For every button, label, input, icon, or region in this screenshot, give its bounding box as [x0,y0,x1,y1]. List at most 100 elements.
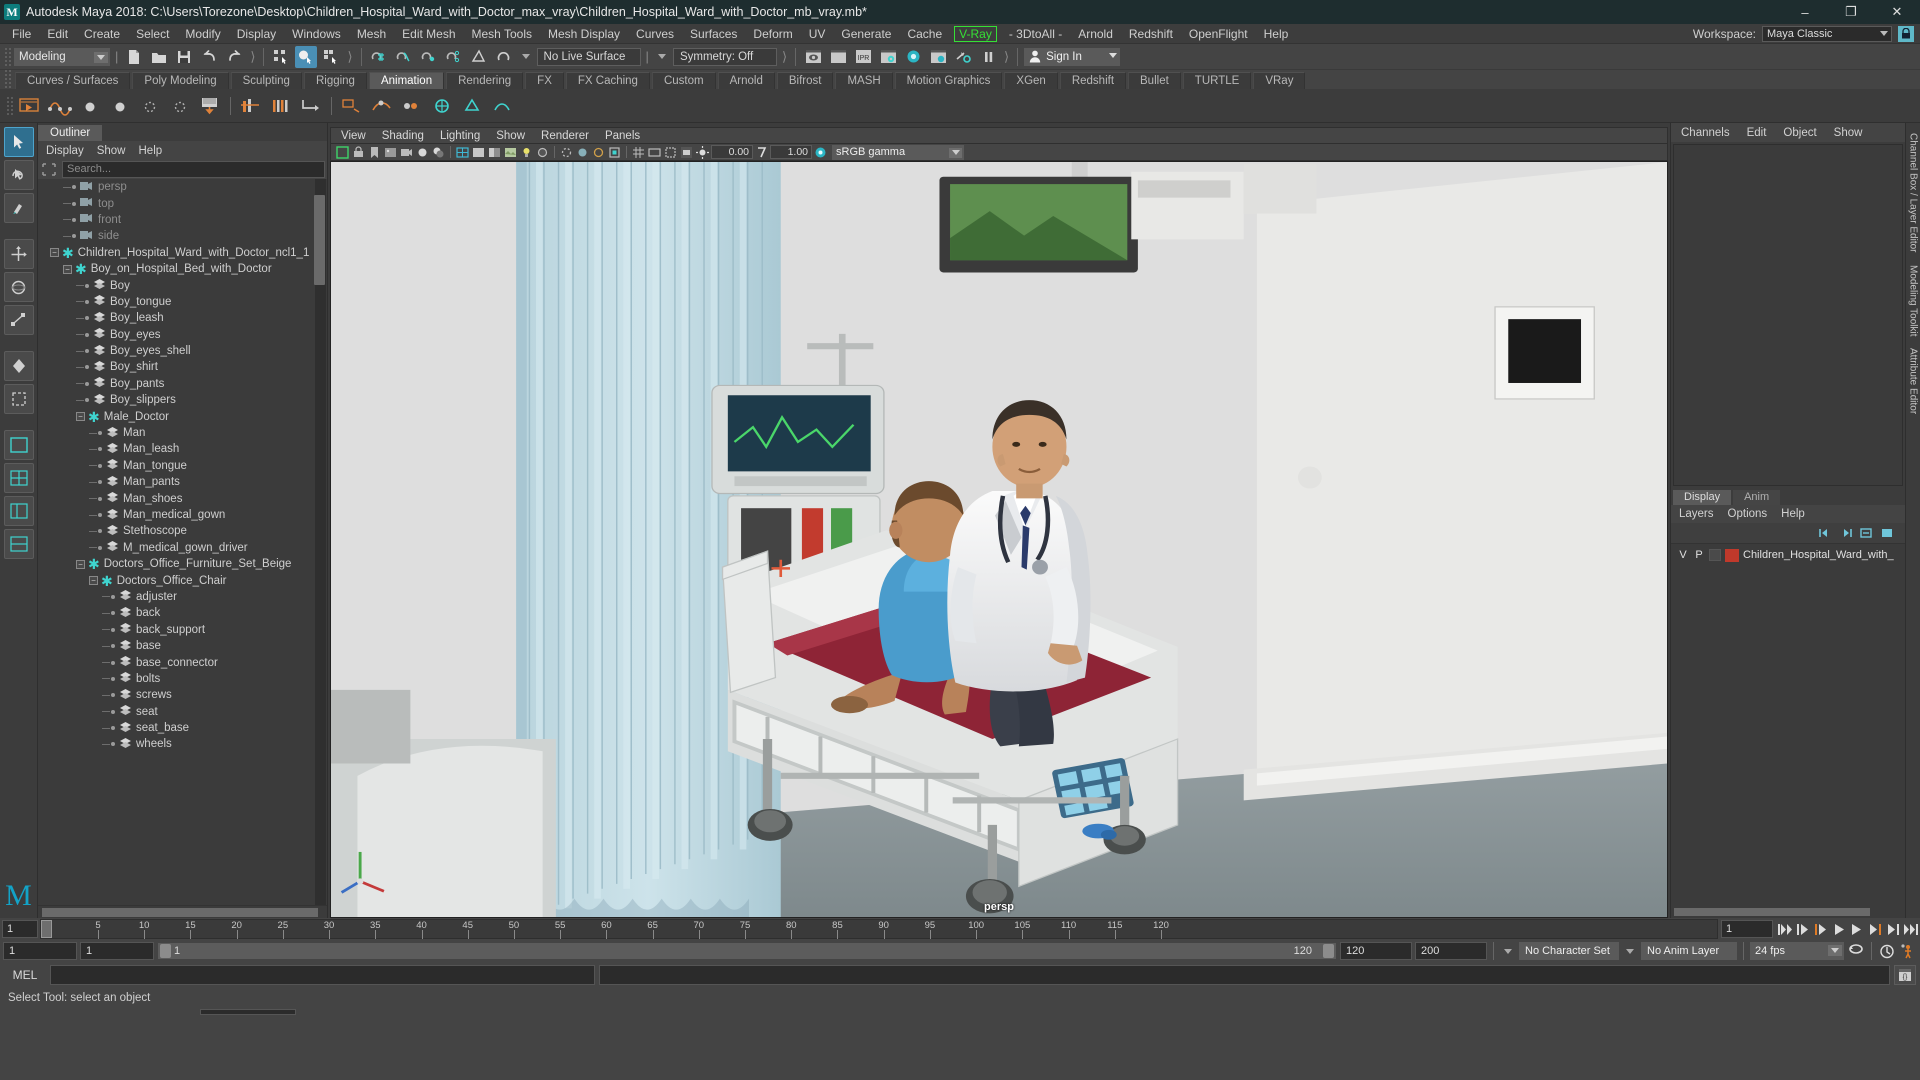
loop-icon[interactable] [1847,942,1865,960]
time-slider-track[interactable]: 5 10 15 20 25 30 35 40 45 50 55 60 65 70 75 80 85 90 95 100… [40,919,1718,939]
viewport-menu-panels[interactable]: Panels [605,130,640,142]
set-key-scale-icon[interactable] [137,93,163,119]
menu-item-modify[interactable]: Modify [177,25,228,43]
symmetry-field[interactable]: Symmetry: Off [672,47,777,66]
outliner-item[interactable]: persp [38,179,315,195]
motion-trail-icon[interactable] [369,93,395,119]
toolbar-drag-handle[interactable] [4,46,11,67]
persp-graph-layout-button[interactable] [3,529,34,559]
range-end-handle[interactable] [1323,944,1334,958]
outliner-item[interactable]: top [38,195,315,211]
play-backwards-icon[interactable] [1830,920,1848,938]
select-hierarchy-icon[interactable] [270,46,292,68]
set-key-rotate-icon[interactable] [107,93,133,119]
hypershade-icon[interactable] [902,46,924,68]
menu-item-help[interactable]: Help [1256,25,1297,43]
ik-handle-icon[interactable] [238,93,264,119]
outliner-item[interactable]: base [38,638,315,654]
outliner-item[interactable]: Boy [38,277,315,293]
save-scene-icon[interactable] [173,46,195,68]
animate-snapshot-icon[interactable] [399,93,425,119]
menu-item-select[interactable]: Select [128,25,177,43]
tab-channel-box-layer-editor[interactable]: Channel Box / Layer Editor [1908,127,1919,259]
outliner-scroll-thumb[interactable] [314,195,325,285]
set-key-icon[interactable] [47,93,73,119]
ghost-icon[interactable] [197,93,223,119]
gate-mask-icon[interactable] [679,145,694,160]
command-input-field[interactable] [50,965,595,985]
workspace-selector[interactable]: Maya Classic [1762,25,1892,42]
menu-item-3dtoall[interactable]: - 3DtoAll - [1001,25,1070,43]
snap-curve-icon[interactable] [393,46,415,68]
color-management-icon[interactable] [813,145,828,160]
constraint-parent-icon[interactable] [429,93,455,119]
gamma-icon[interactable] [754,145,769,160]
textured-icon[interactable] [503,145,518,160]
select-tool-button[interactable] [3,127,34,157]
outliner-item[interactable]: Man_pants [38,474,315,490]
snap-view-plane-icon[interactable] [468,46,490,68]
xray-icon[interactable] [575,145,590,160]
shelf-tab-arnold[interactable]: Arnold [717,72,775,89]
channel-box-menu-object[interactable]: Object [1783,127,1816,139]
channel-box-area[interactable] [1673,144,1903,486]
time-slider-cursor[interactable] [41,920,52,938]
snap-grid-icon[interactable] [368,46,390,68]
animation-preferences-icon[interactable] [1899,942,1917,960]
motion-path-icon[interactable] [339,93,365,119]
expand-collapse-icon[interactable]: − [63,264,72,274]
last-tool-button[interactable] [3,351,34,381]
expand-collapse-icon[interactable]: − [76,412,85,422]
tab-attribute-editor[interactable]: Attribute Editor [1908,342,1919,420]
outliner-tree[interactable]: persp top front side − ✱ Children_Hospital_War… [38,179,327,905]
menu-item-uv[interactable]: UV [801,25,834,43]
playback-frame-field[interactable]: 1 [1721,920,1773,938]
outliner-menu-display[interactable]: Display [46,145,84,157]
menu-item-display[interactable]: Display [229,25,284,43]
gamma-value-field[interactable]: 1.00 [770,145,812,159]
shelf-tab-motion-graphics[interactable]: Motion Graphics [894,72,1003,89]
select-camera-icon[interactable] [335,145,350,160]
menu-item-surfaces[interactable]: Surfaces [682,25,745,43]
layer-menu-help[interactable]: Help [1781,508,1805,520]
breakdown-key-icon[interactable] [167,93,193,119]
shelf-tab-poly-modeling[interactable]: Poly Modeling [132,72,229,89]
layer-list-empty-area[interactable] [1671,566,1905,906]
ik-spline-icon[interactable] [268,93,294,119]
outliner-item[interactable]: Boy_eyes_shell [38,343,315,359]
outliner-item[interactable]: Man_leash [38,441,315,457]
shelf-tab-rigging[interactable]: Rigging [303,72,367,89]
set-driven-key-icon[interactable] [298,93,324,119]
smooth-shade-all-icon[interactable] [471,145,486,160]
snap-projected-icon[interactable] [443,46,465,68]
new-layer-icon[interactable] [1859,525,1874,540]
step-back-keyframe-icon[interactable] [1794,920,1812,938]
shelf-tab-xgen[interactable]: XGen [1004,72,1058,89]
shelf-tab-redshift[interactable]: Redshift [1059,72,1127,89]
step-back-frame-icon[interactable] [1812,920,1830,938]
layer-type-toggle[interactable] [1709,549,1721,561]
step-forward-keyframe-icon[interactable] [1884,920,1902,938]
wireframe-icon[interactable] [455,145,470,160]
outliner-item[interactable]: − ✱ Children_Hospital_Ward_with_Doctor_ncl… [38,245,315,261]
playblast-icon[interactable] [17,93,43,119]
isolate-select-icon[interactable] [607,145,622,160]
playback-speed-selector[interactable]: 24 fps [1750,942,1844,960]
paint-select-tool-button[interactable] [3,193,34,223]
shelf-tab-sculpting[interactable]: Sculpting [230,72,302,89]
lock-icon[interactable] [1898,25,1914,42]
outliner-item[interactable]: seat [38,704,315,720]
viewport-menu-show[interactable]: Show [496,130,525,142]
bookmark-icon[interactable] [367,145,382,160]
outliner-hscroll-thumb[interactable] [42,908,318,917]
shelf-tab-animation[interactable]: Animation [368,72,445,89]
viewport-menu-lighting[interactable]: Lighting [440,130,480,142]
outliner-item[interactable]: screws [38,687,315,703]
rotate-tool-button[interactable] [3,272,34,302]
tab-outliner[interactable]: Outliner [38,125,103,141]
command-language-label[interactable]: MEL [4,968,46,982]
outliner-item[interactable]: base_connector [38,654,315,670]
menu-set-selector[interactable]: Modeling [14,47,110,66]
undo-icon[interactable] [198,46,220,68]
chevron-down-icon[interactable] [1504,948,1512,954]
